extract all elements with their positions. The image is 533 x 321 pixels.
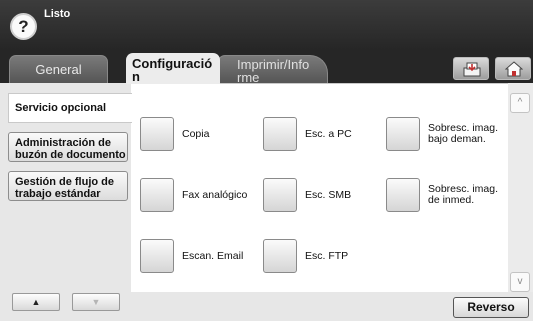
reverso-button[interactable]: Reverso (453, 297, 529, 318)
checkbox-button[interactable] (140, 117, 174, 151)
sidebar-item-label: Gestión de flujo de (15, 176, 115, 188)
option-label-line2: de inmed. (428, 194, 475, 206)
job-status-icon (463, 62, 481, 77)
option-label: Esc. a PC (305, 127, 352, 140)
tab-print-report[interactable]: Imprimir/Info rme (218, 55, 328, 84)
help-button[interactable]: ? (10, 13, 37, 40)
tab-configuration[interactable]: Configuració n (126, 53, 220, 84)
sidebar-item-label: Administración de (15, 137, 111, 149)
checkbox-button[interactable] (263, 117, 297, 151)
sidebar: Servicio opcional Administración de buzó… (0, 83, 132, 321)
option-label: Esc. SMB (305, 188, 352, 201)
checkbox-button[interactable] (386, 117, 420, 151)
status-text: Listo (44, 8, 71, 20)
tab-general[interactable]: General (9, 55, 108, 83)
checkbox-button[interactable] (263, 178, 297, 212)
option-label: Esc. FTP (305, 249, 349, 262)
options-scrollbar[interactable]: ^ v (508, 83, 533, 292)
checkbox-button[interactable] (140, 178, 174, 212)
status-bar: ? Listo (0, 0, 533, 50)
option-label-line2: bajo deman. (428, 133, 486, 145)
scroll-up-button[interactable]: ^ (510, 93, 530, 113)
device-screen: ? Listo General Imprimir/Info rme Config… (0, 0, 533, 321)
checkbox-button[interactable] (263, 239, 297, 273)
checkbox-button[interactable] (386, 178, 420, 212)
tab-config-label-line1: Configuració (132, 56, 213, 71)
sidebar-item-workflow[interactable]: Gestión de flujo de trabajo estándar (8, 171, 128, 201)
option-label: Sobresc. imag. de inmed. (428, 178, 508, 212)
tab-bar: General Imprimir/Info rme Configuració n (0, 50, 533, 84)
sidebar-up-button[interactable]: ▲ (12, 293, 60, 311)
sidebar-down-button[interactable]: ▼ (72, 293, 120, 311)
bottom-bar: Reverso (131, 292, 533, 321)
sidebar-item-optional-service[interactable]: Servicio opcional (8, 93, 132, 123)
option-label: Sobresc. imag. bajo deman. (428, 117, 508, 151)
tab-config-label-line2: n (132, 69, 140, 84)
option-label: Copia (182, 127, 210, 140)
job-status-button[interactable] (453, 57, 489, 80)
sidebar-item-label: buzón de documento (15, 149, 126, 161)
option-label: Fax analógico (182, 188, 248, 201)
option-label: Escan. Email (182, 249, 244, 262)
sidebar-item-label: trabajo estándar (15, 188, 101, 200)
checkbox-button[interactable] (140, 239, 174, 273)
options-panel: Copia Esc. a PC Sobresc. imag. bajo dema… (131, 83, 508, 292)
scroll-down-button[interactable]: v (510, 272, 530, 292)
home-button[interactable] (495, 57, 531, 80)
sidebar-item-mailbox-admin[interactable]: Administración de buzón de documento (8, 132, 128, 162)
home-icon (505, 61, 523, 77)
